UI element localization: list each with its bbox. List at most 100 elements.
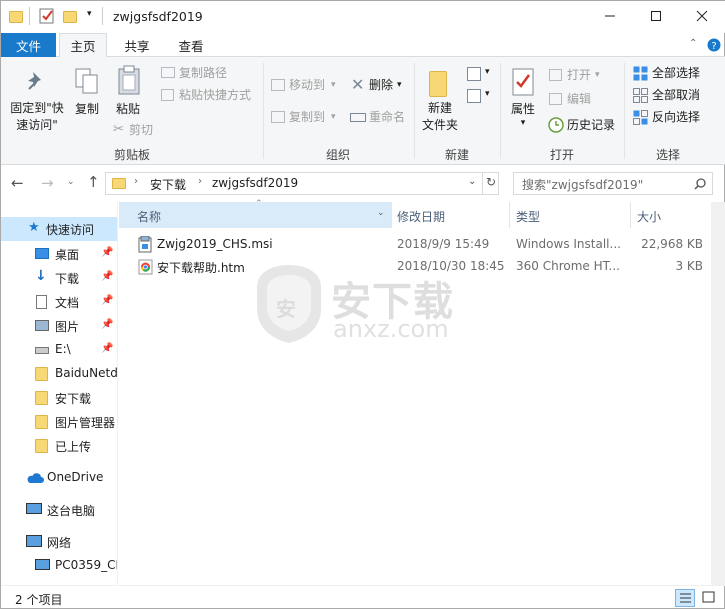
breadcrumb-item[interactable]: zwjgsfsdf2019 [212,176,298,190]
details-view-icon [680,593,691,603]
tab-view[interactable]: 查看 [167,33,215,57]
cloud-icon [27,473,44,483]
divider [630,202,631,228]
column-label: 名称 [137,210,162,224]
back-button[interactable]: ← [11,174,24,192]
nav-item-anxiazai[interactable]: 安下载 [1,386,117,410]
pin-icon: 📌 [101,343,114,354]
properties-icon[interactable] [39,8,55,24]
folder-icon [35,367,48,381]
edit-icon [549,93,562,105]
breadcrumb-item[interactable]: 安下载 [150,176,186,193]
nav-item-picture-manager[interactable]: 图片管理器 [1,410,117,434]
nav-label: BaiduNetdi [55,366,117,380]
pin-label: 速访问" [16,118,58,132]
watermark-domain: anxz.com [333,315,449,343]
tab-file[interactable]: 文件 [1,33,56,57]
column-header-modified[interactable]: 修改日期 [397,202,507,228]
new-folder-icon[interactable] [63,11,77,23]
search-input[interactable]: 搜索"zwjgsfsdf2019" [513,172,713,195]
folder-icon [9,11,23,23]
tab-share[interactable]: 共享 [113,33,161,57]
help-icon[interactable]: ? [707,38,721,52]
copy-to-label: 复制到 [289,110,326,124]
paste-shortcut-icon [161,89,174,101]
divider [500,63,501,159]
breadcrumb-separator-icon[interactable]: › [198,176,202,187]
nav-pc-host[interactable]: PC0359_CN [1,554,117,578]
column-header-size[interactable]: 大小 [637,202,707,228]
file-row[interactable]: Zwjg2019_CHS.msi 2018/9/9 15:49 Windows … [119,234,711,256]
move-to-icon [271,79,285,91]
dropdown-icon: ▾ [520,118,526,128]
folder-icon [35,439,48,453]
tab-home[interactable]: 主页 [59,33,107,58]
nav-network[interactable]: 网络 [1,530,117,554]
open-label: 打开 [567,68,592,82]
ribbon-tabs: 文件 主页 共享 查看 ⌃ ? [1,33,725,58]
invert-selection-label: 反向选择 [652,110,701,124]
easy-access-icon[interactable] [467,89,481,103]
select-all-icon [633,66,648,81]
copy-path-icon [161,67,175,78]
rename-label: 重命名 [369,110,406,124]
file-type: Windows Install... [516,237,621,251]
divider [29,7,30,25]
column-header-name[interactable]: 名称 ⌃ ⌄ [119,199,391,228]
vertical-scrollbar[interactable] [711,202,725,585]
search-icon [694,178,706,190]
refresh-icon[interactable]: ↻ [486,175,496,189]
nav-this-pc[interactable]: 这台电脑 [1,498,117,522]
copy-to-icon [271,111,285,123]
pin-icon: 📌 [101,319,114,330]
dropdown-icon[interactable]: ▾ [485,67,490,77]
file-type: 360 Chrome HT... [516,259,620,273]
pin-label: 固定到"快 [10,101,64,115]
close-button[interactable] [679,1,725,31]
column-header-type[interactable]: 类型 [516,202,626,228]
forward-button[interactable]: → [41,174,54,192]
nav-item-documents[interactable]: 文档 📌 [1,290,117,314]
nav-quick-access[interactable]: ★ 快速访问 [1,217,117,241]
folder-icon [112,178,126,189]
pin-icon: 📌 [101,247,114,258]
nav-item-pictures[interactable]: 图片 📌 [1,314,117,338]
group-label-organize: 组织 [325,148,350,162]
dropdown-icon[interactable]: ▾ [485,89,490,99]
cut-label: 剪切 [129,123,154,137]
recent-locations-button[interactable]: ⌄ [67,177,75,187]
details-view-button[interactable] [675,589,695,607]
file-list: 名称 ⌃ ⌄ 修改日期 类型 大小 Zwjg2019_CHS.msi 2018/… [119,199,711,585]
file-size: 22,968 KB [641,237,703,251]
star-icon: ★ [28,220,40,235]
large-icons-view-button[interactable] [699,589,719,607]
address-bar[interactable]: › 安下载 › zwjgsfsdf2019 ⌄ ↻ [105,172,499,195]
customize-toolbar-icon[interactable]: ▾ [87,9,92,19]
nav-item-drive-e[interactable]: E:\ 📌 [1,338,117,362]
group-label-new: 新建 [444,148,469,162]
paste-shortcut-label: 粘贴快捷方式 [179,88,252,102]
nav-item-uploaded[interactable]: 已上传 [1,434,117,458]
select-none-label: 全部取消 [652,88,701,102]
nav-item-downloads[interactable]: ↓ 下载 📌 [1,266,117,290]
collapse-ribbon-icon[interactable]: ⌃ [689,38,697,49]
file-size: 3 KB [675,259,703,273]
dropdown-icon: ▾ [331,80,336,90]
new-folder-label: 新建 [427,101,452,115]
paste-icon [118,65,140,95]
navigation-pane: ★ 快速访问 桌面 📌 ↓ 下载 📌 文档 📌 图片 📌 E:\ 📌 Baidu… [1,202,118,585]
nav-item-desktop[interactable]: 桌面 📌 [1,242,117,266]
maximize-button[interactable] [633,1,679,31]
nav-item-baidunetdisk[interactable]: BaiduNetdi [1,362,117,386]
arrow-up-icon: ↑ [87,173,100,191]
group-label-select: 选择 [655,148,680,162]
new-item-icon[interactable] [467,67,481,81]
breadcrumb-separator-icon[interactable]: › [134,176,138,187]
minimize-button[interactable] [587,1,633,31]
pin-icon [28,72,41,90]
edit-label: 编辑 [567,92,592,106]
up-button[interactable]: ↑ [87,173,100,191]
nav-onedrive[interactable]: OneDrive [1,466,117,490]
address-dropdown-icon[interactable]: ⌄ [468,176,476,187]
copy-icon [75,68,98,94]
